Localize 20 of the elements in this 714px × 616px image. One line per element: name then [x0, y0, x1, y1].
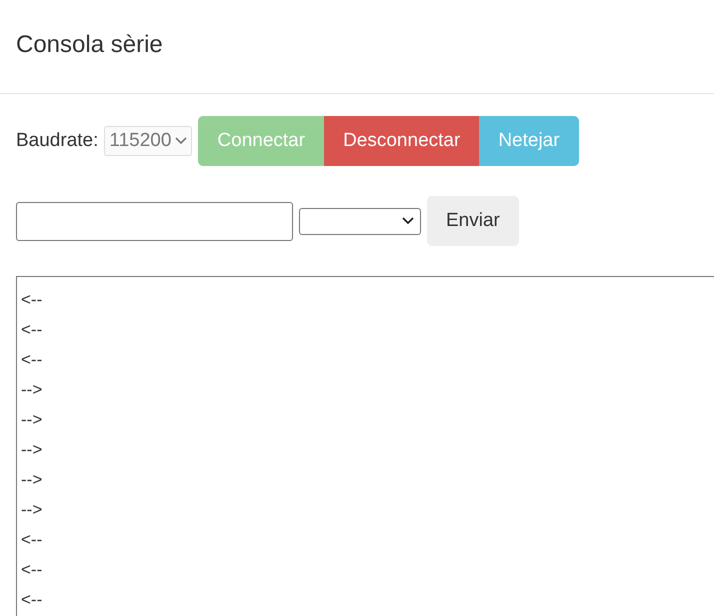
baudrate-label: Baudrate:: [16, 130, 98, 152]
console-line: <--: [21, 589, 44, 611]
message-field[interactable]: [16, 202, 293, 240]
send-button[interactable]: Enviar: [427, 196, 519, 246]
line-ending-select[interactable]: [299, 208, 421, 234]
console-line: -->: [21, 499, 44, 521]
clear-button[interactable]: Netejar: [479, 116, 579, 166]
disconnect-button[interactable]: Desconnectar: [324, 116, 480, 166]
chevron-down-icon: [175, 137, 188, 145]
console-line: -->: [21, 469, 44, 491]
console-line: -->: [21, 439, 44, 461]
console-line: <--: [21, 349, 44, 371]
console-line: <--: [21, 559, 44, 581]
console-line: <--: [21, 529, 44, 551]
console-line: -->: [21, 379, 44, 401]
console-line: <--: [21, 289, 44, 311]
chevron-down-icon: [402, 217, 414, 225]
page-title: Consola sèrie: [16, 30, 163, 58]
console-line: -->: [21, 409, 44, 431]
console-line: <--: [21, 319, 44, 341]
